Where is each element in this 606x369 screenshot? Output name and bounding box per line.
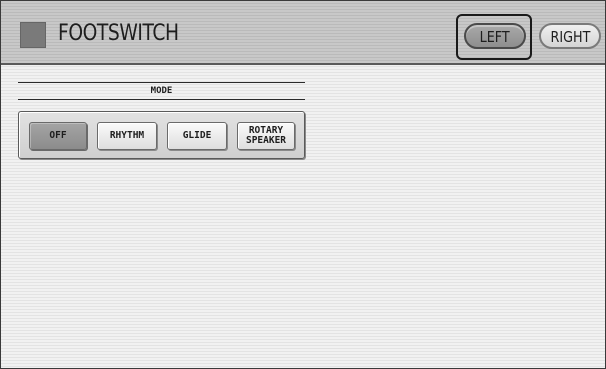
tab-left-label: LEFT: [479, 28, 511, 46]
mode-button-group: OFF RHYTHM GLIDE ROTARY SPEAKER: [18, 111, 305, 159]
tab-left[interactable]: LEFT: [464, 23, 526, 49]
page-title: FOOTSWITCH: [58, 21, 179, 46]
mode-glide-button[interactable]: GLIDE: [167, 122, 227, 150]
mode-off-button[interactable]: OFF: [29, 122, 87, 150]
tab-right-label: RIGHT: [550, 28, 590, 46]
mode-rhythm-button[interactable]: RHYTHM: [97, 122, 157, 150]
footswitch-screen: FOOTSWITCH LEFT RIGHT MODE OFF RHYTHM GL…: [0, 0, 606, 369]
mode-glide-label: GLIDE: [182, 130, 212, 141]
mode-section-heading: MODE: [18, 82, 305, 100]
title-bar: FOOTSWITCH LEFT RIGHT: [1, 1, 605, 65]
mode-rotary-speaker-button[interactable]: ROTARY SPEAKER: [237, 122, 295, 150]
page-indicator-icon: [20, 22, 46, 48]
tab-right[interactable]: RIGHT: [539, 23, 601, 49]
mode-rhythm-label: RHYTHM: [109, 130, 145, 141]
mode-rotary-speaker-label: ROTARY SPEAKER: [245, 125, 287, 146]
mode-off-label: OFF: [49, 130, 67, 141]
